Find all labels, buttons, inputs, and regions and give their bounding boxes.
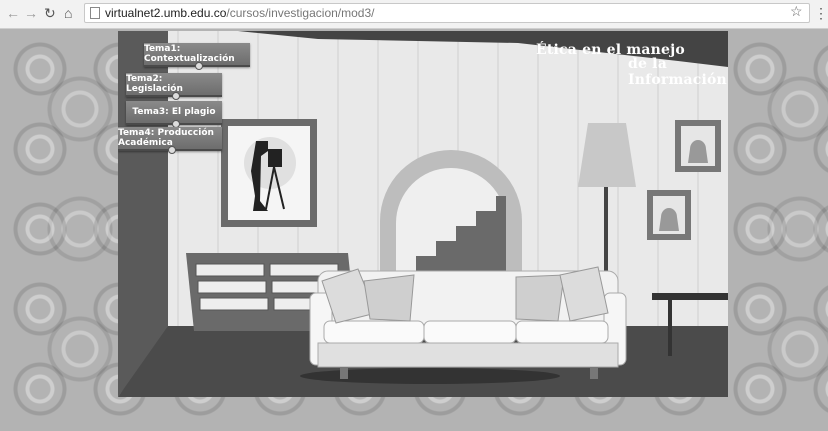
reload-icon[interactable]: ↻ (44, 5, 56, 21)
back-icon[interactable]: ← (6, 5, 20, 21)
bookmark-star-icon[interactable]: ☆ (790, 3, 803, 20)
tema4-button[interactable]: Tema4: Producción Académica (118, 127, 222, 154)
tema3-label: Tema3: El plagio (132, 107, 216, 117)
page-icon (90, 7, 100, 19)
tema2-label: Tema2: Legislación (126, 74, 183, 94)
scene: Ética en el manejo de la Información Tem… (118, 31, 728, 397)
tema1-label: Tema1: Contextualización (144, 44, 235, 64)
tema2-button[interactable]: Tema2: Legislación (126, 73, 222, 100)
address-bar[interactable]: virtualnet2.umb.edu.co/cursos/investigac… (84, 3, 810, 23)
tema4-label: Tema4: Producción Académica (118, 128, 214, 148)
home-icon[interactable]: ⌂ (64, 5, 72, 21)
forward-icon[interactable]: → (24, 5, 38, 21)
tema3-button[interactable]: Tema3: El plagio (126, 101, 222, 128)
title-line-2: de la Información (628, 56, 727, 88)
tema1-button[interactable]: Tema1: Contextualización (144, 43, 250, 70)
browser-toolbar: ← → ↻ ⌂ virtualnet2.umb.edu.co/cursos/in… (0, 0, 828, 29)
menu-icon[interactable]: ⋮ (814, 5, 828, 22)
url-text: virtualnet2.umb.edu.co/cursos/investigac… (105, 6, 375, 20)
